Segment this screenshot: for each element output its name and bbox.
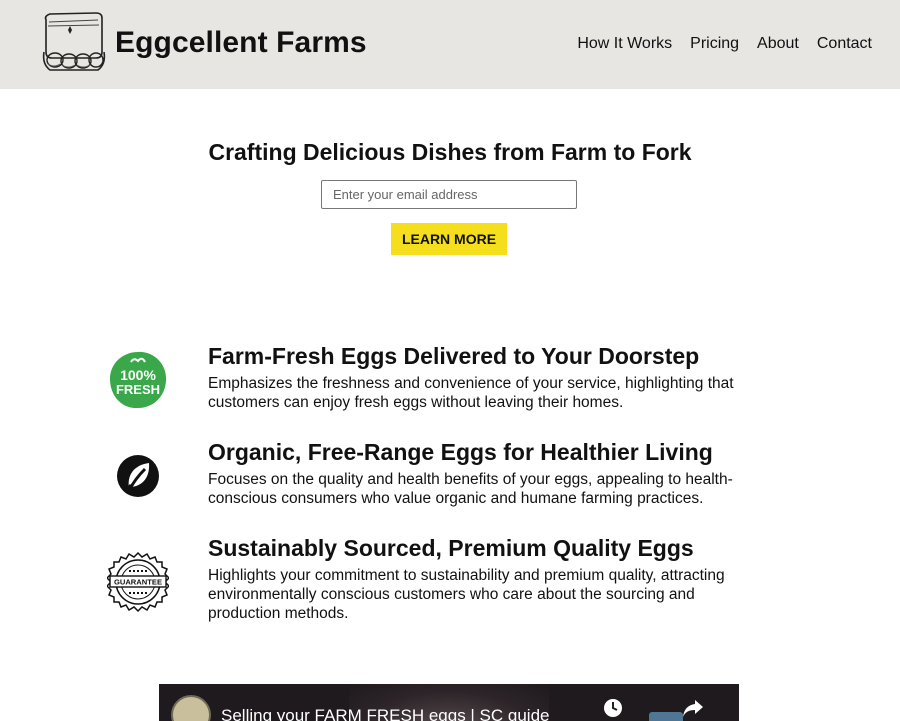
nav-contact[interactable]: Contact (817, 35, 872, 53)
feature-title: Farm-Fresh Eggs Delivered to Your Doorst… (208, 343, 700, 369)
fresh-badge-text-2: FRESH (116, 382, 160, 397)
video-title[interactable]: Selling your FARM FRESH eggs | SC guide (221, 706, 550, 721)
fresh-badge-icon: 100% FRESH (110, 351, 167, 409)
feature-description: Focuses on the quality and health benefi… (208, 471, 733, 507)
clock-icon[interactable] (603, 698, 623, 718)
fresh-badge-text-1: 100% (120, 367, 156, 383)
feature-title: Sustainably Sourced, Premium Quality Egg… (208, 535, 694, 561)
guarantee-seal-text: GUARANTEE (114, 578, 162, 587)
nav-how-it-works[interactable]: How It Works (577, 35, 672, 53)
leaf-icon (117, 455, 159, 497)
email-input[interactable] (321, 180, 577, 209)
feature-description: Highlights your commitment to sustainabi… (208, 567, 725, 622)
site-header: Eggcellent Farms How It Works Pricing Ab… (0, 0, 900, 89)
feature-title: Organic, Free-Range Eggs for Healthier L… (208, 439, 713, 465)
hero-title: Crafting Delicious Dishes from Farm to F… (208, 139, 692, 165)
video-overlay-card (649, 712, 683, 721)
brand-name[interactable]: Eggcellent Farms (115, 26, 367, 60)
share-icon[interactable] (682, 698, 704, 718)
video-embed[interactable]: Selling your FARM FRESH eggs | SC guide (159, 684, 739, 721)
main-nav: How It Works Pricing About Contact (577, 35, 872, 53)
channel-avatar[interactable] (171, 695, 211, 721)
feature-description: Emphasizes the freshness and convenience… (208, 375, 734, 411)
guarantee-seal-icon: GUARANTEE (107, 551, 169, 613)
nav-pricing[interactable]: Pricing (690, 35, 739, 53)
nav-about[interactable]: About (757, 35, 799, 53)
learn-more-button[interactable]: LEARN MORE (391, 223, 507, 255)
egg-carton-icon[interactable] (38, 8, 110, 78)
